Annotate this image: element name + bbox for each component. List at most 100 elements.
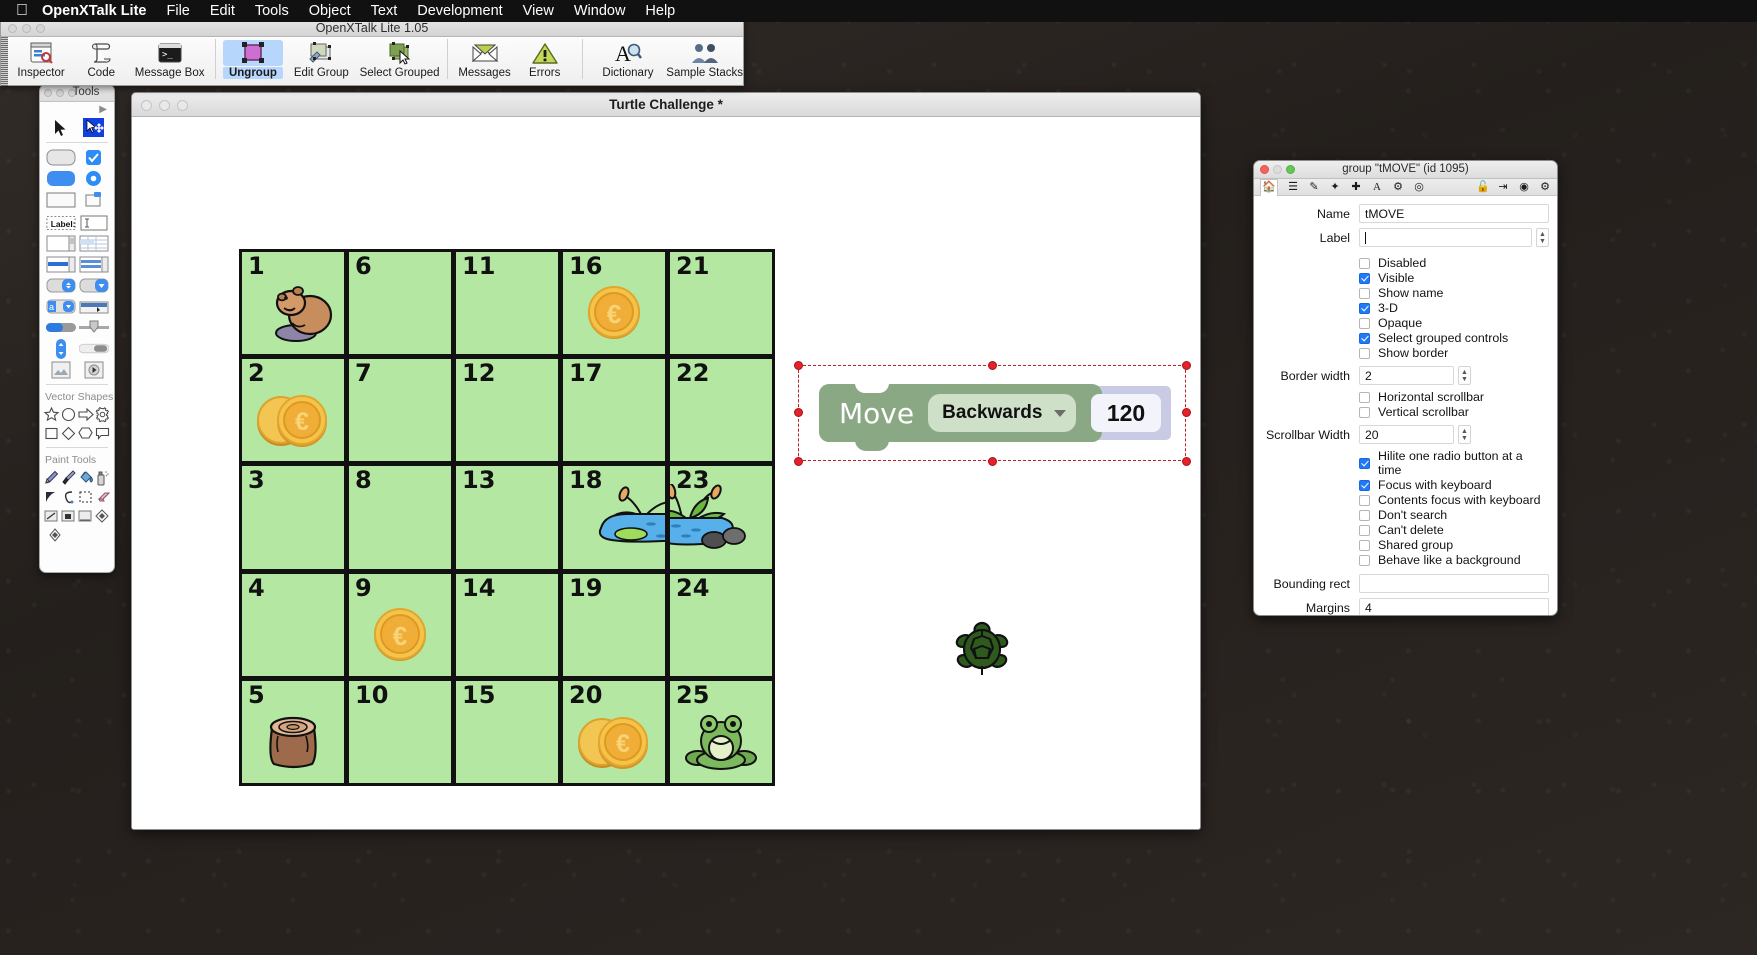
arrow-shape-icon[interactable] xyxy=(77,406,94,423)
scrollbar-width-stepper[interactable]: ▲ ▼ xyxy=(1458,425,1471,444)
board-cell-2[interactable]: 2 € xyxy=(242,359,344,462)
effects-icon[interactable]: ⚙ xyxy=(1392,181,1404,193)
selection-handle-bottom-center[interactable] xyxy=(988,456,997,466)
push-button-icon[interactable] xyxy=(46,149,76,166)
checkbox-cant-delete[interactable] xyxy=(1359,524,1370,536)
checkbox-row-focus-with-keyboard[interactable]: Focus with keyboard xyxy=(1254,478,1549,492)
star-shape-icon[interactable] xyxy=(43,406,60,423)
board-cell-16[interactable]: 16 € xyxy=(563,252,665,355)
selection-handle-bottom-left[interactable] xyxy=(793,456,803,466)
color-picker-icon[interactable] xyxy=(46,526,63,543)
spray-can-icon[interactable] xyxy=(94,469,111,486)
board-cell-24[interactable]: 24 xyxy=(670,573,772,676)
pencil-tool-icon[interactable] xyxy=(43,469,60,486)
export-icon[interactable]: ⇥ xyxy=(1497,181,1509,193)
scrollbar-vertical-icon[interactable] xyxy=(46,338,76,359)
gear-icon[interactable]: ⚙ xyxy=(1539,181,1551,193)
menu-item-object[interactable]: Object xyxy=(309,3,351,19)
amount-field[interactable]: 120 xyxy=(1091,394,1161,432)
checkbox-contents-focus[interactable] xyxy=(1359,494,1370,506)
checkbox-visible[interactable] xyxy=(1359,272,1370,284)
player-icon[interactable] xyxy=(79,361,109,378)
label-stepper[interactable]: ▲ ▼ xyxy=(1536,228,1549,247)
tools-palette-titlebar[interactable]: Tools xyxy=(40,85,114,102)
stack-icon[interactable]: ☰ xyxy=(1287,181,1299,193)
board-cell-21[interactable]: 21 xyxy=(670,252,772,355)
board-cell-17[interactable]: 17 xyxy=(563,359,665,462)
board-cell-1[interactable]: 1 xyxy=(242,252,344,355)
disclosure-triangle-icon[interactable]: ▶ xyxy=(40,102,114,115)
checkbox-row-contents-focus[interactable]: Contents focus with keyboard xyxy=(1254,493,1549,507)
toolbar-button-edit-group[interactable]: Edit Group xyxy=(283,37,360,79)
board-cell-6[interactable]: 6 xyxy=(349,252,451,355)
multi-column-list-icon[interactable] xyxy=(79,256,109,273)
selected-group-tmove[interactable]: Move Backwards 120 xyxy=(793,360,1191,466)
margins-input[interactable]: 4 xyxy=(1359,598,1549,615)
irregular-polygon-icon[interactable] xyxy=(94,507,111,524)
border-width-input[interactable]: 2 xyxy=(1359,366,1454,385)
direction-dropdown[interactable]: Backwards xyxy=(928,394,1077,432)
slider-icon[interactable] xyxy=(78,319,109,336)
board-cell-9[interactable]: 9 € xyxy=(349,573,451,676)
board-cell-22[interactable]: 22 xyxy=(670,359,772,462)
checkbox-row-opaque[interactable]: Opaque xyxy=(1254,316,1549,330)
bounding-rect-input[interactable] xyxy=(1359,574,1549,593)
toolbar-button-dictionary[interactable]: A Dictionary xyxy=(590,37,667,79)
speech-balloon-icon[interactable] xyxy=(94,425,111,442)
checkbox-row-vertical-scrollbar[interactable]: Vertical scrollbar xyxy=(1254,405,1549,419)
board-cell-12[interactable]: 12 xyxy=(456,359,558,462)
checkbox-vertical-scrollbar[interactable] xyxy=(1359,406,1370,418)
checkbox-row-select-grouped-controls[interactable]: Select grouped controls xyxy=(1254,331,1549,345)
polygon-fill-icon[interactable] xyxy=(43,488,60,505)
image-area-icon[interactable] xyxy=(46,361,76,378)
checkbox-dont-search[interactable] xyxy=(1359,509,1370,521)
toolbar-button-code[interactable]: Code xyxy=(71,37,131,79)
menu-item-window[interactable]: Window xyxy=(574,3,626,19)
menu-app-name[interactable]: OpenXTalk Lite xyxy=(42,3,146,19)
checkbox-row-dont-search[interactable]: Don't search xyxy=(1254,508,1549,522)
checkbox-opaque[interactable] xyxy=(1359,317,1370,329)
selection-handle-top-center[interactable] xyxy=(988,360,997,370)
radio-button-icon[interactable] xyxy=(79,170,109,187)
ide-title-bar[interactable]: OpenXTalk Lite 1.05 xyxy=(1,20,743,37)
checkbox-shared-group[interactable] xyxy=(1359,539,1370,551)
combobox-text-icon[interactable]: a xyxy=(46,298,76,315)
apple-icon[interactable]:  xyxy=(16,3,28,19)
menu-item-help[interactable]: Help xyxy=(645,3,675,19)
board-cell-3[interactable]: 3 xyxy=(242,466,344,569)
selection-handle-top-left[interactable] xyxy=(793,360,803,370)
toolbar-button-sample-stacks[interactable]: Sample Stacks xyxy=(666,37,743,79)
edit-move-icon[interactable] xyxy=(79,118,109,137)
list-field-icon[interactable] xyxy=(46,256,76,273)
line-tool-icon[interactable] xyxy=(43,507,60,524)
board-cell-19[interactable]: 19 xyxy=(563,573,665,676)
checkbox-behave-like-background[interactable] xyxy=(1359,554,1370,566)
selection-handle-bottom-right[interactable] xyxy=(1181,456,1191,466)
rectangle-button-icon[interactable] xyxy=(46,191,76,208)
checkbox-row-3d[interactable]: 3-D xyxy=(1254,301,1549,315)
toolbar-button-inspector[interactable]: Inspector xyxy=(11,37,71,79)
board-cell-4[interactable]: 4 xyxy=(242,573,344,676)
checkbox-row-disabled[interactable]: Disabled xyxy=(1254,256,1549,270)
checkbox-row-show-name[interactable]: Show name xyxy=(1254,286,1549,300)
unlock-icon[interactable]: 🔓 xyxy=(1476,181,1490,193)
checkbox-row-behave-like-background[interactable]: Behave like a background xyxy=(1254,553,1549,567)
inspector-title-bar[interactable]: group "tMOVE" (id 1095) xyxy=(1254,161,1557,179)
border-width-stepper[interactable]: ▲ ▼ xyxy=(1458,366,1471,385)
checkbox-row-cant-delete[interactable]: Can't delete xyxy=(1254,523,1549,537)
checkbox-3d[interactable] xyxy=(1359,302,1370,314)
board-cell-15[interactable]: 15 xyxy=(456,680,558,783)
selection-handle-middle-left[interactable] xyxy=(793,408,803,417)
board-cell-11[interactable]: 11 xyxy=(456,252,558,355)
table-field-icon[interactable] xyxy=(79,235,109,252)
home-icon[interactable]: 🏠 xyxy=(1260,178,1278,196)
move-block-widget[interactable]: Move Backwards 120 xyxy=(819,383,1171,451)
toolbar-button-message-box[interactable]: >_ Message Box xyxy=(131,37,208,79)
square-shape-icon[interactable] xyxy=(43,425,60,442)
board-cell-25[interactable]: 25 xyxy=(670,680,772,783)
stack-title-bar[interactable]: Turtle Challenge * xyxy=(132,93,1200,117)
board-cell-5[interactable]: 5 xyxy=(242,680,344,783)
scrollbar-horizontal-icon[interactable] xyxy=(78,340,109,357)
checkbox-row-hilite-one-radio[interactable]: Hilite one radio button at a time xyxy=(1254,449,1549,477)
selection-handle-middle-right[interactable] xyxy=(1181,408,1191,417)
